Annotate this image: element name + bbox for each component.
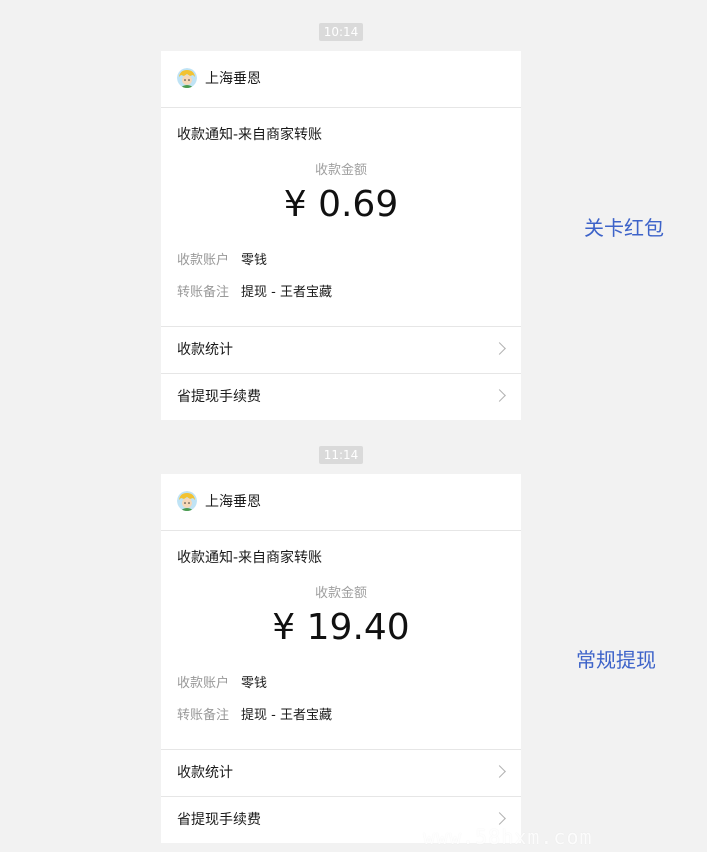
account-row: 收款账户 零钱 xyxy=(177,252,267,270)
link-save-fee-label: 省提现手续费 xyxy=(177,389,261,405)
message-timestamp: 11:14 xyxy=(319,446,363,464)
account-label: 收款账户 xyxy=(177,676,230,691)
account-row: 收款账户 零钱 xyxy=(177,675,267,693)
link-receipt-stats[interactable]: 收款统计 xyxy=(161,326,521,373)
chevron-right-icon xyxy=(493,342,506,355)
payment-notice-card[interactable]: 上海垂恩 收款通知-来自商家转账 收款金额 ¥ 19.40 收款账户 零钱 转账备… xyxy=(161,474,521,843)
merchant-name: 上海垂恩 xyxy=(205,494,261,510)
account-value: 零钱 xyxy=(241,253,268,268)
payment-notice-card[interactable]: 上海垂恩 收款通知-来自商家转账 收款金额 ¥ 0.69 收款账户 零钱 转账备注… xyxy=(161,51,521,420)
remark-row: 转账备注 提现 - 王者宝藏 xyxy=(177,284,332,302)
site-watermark: www.58hxm.com xyxy=(423,825,593,849)
merchant-name: 上海垂恩 xyxy=(205,71,261,87)
chevron-right-icon xyxy=(493,389,506,402)
amount-value: ¥ 19.40 xyxy=(272,607,410,648)
merchant-avatar-icon xyxy=(177,491,197,511)
remark-value: 提现 - 王者宝藏 xyxy=(241,708,332,723)
link-save-fee[interactable]: 省提现手续费 xyxy=(161,373,521,420)
merchant-avatar-icon xyxy=(177,68,197,88)
message-timestamp: 10:14 xyxy=(319,23,363,41)
card-header[interactable]: 上海垂恩 xyxy=(161,474,521,531)
link-receipt-stats-label: 收款统计 xyxy=(177,765,233,781)
amount-label: 收款金额 xyxy=(314,163,367,178)
remark-value: 提现 - 王者宝藏 xyxy=(241,285,332,300)
account-label: 收款账户 xyxy=(177,253,230,268)
link-receipt-stats-label: 收款统计 xyxy=(177,342,233,358)
notice-title: 收款通知-来自商家转账 xyxy=(177,550,323,566)
remark-label: 转账备注 xyxy=(177,285,230,300)
amount-value: ¥ 0.69 xyxy=(283,184,399,225)
notice-title: 收款通知-来自商家转账 xyxy=(177,127,323,143)
link-receipt-stats[interactable]: 收款统计 xyxy=(161,749,521,796)
chevron-right-icon xyxy=(493,765,506,778)
side-annotation: 常规提现 xyxy=(576,648,656,672)
chevron-right-icon xyxy=(493,812,506,825)
remark-label: 转账备注 xyxy=(177,708,230,723)
link-save-fee-label: 省提现手续费 xyxy=(177,812,261,828)
remark-row: 转账备注 提现 - 王者宝藏 xyxy=(177,707,332,725)
amount-label: 收款金额 xyxy=(314,586,367,601)
side-annotation: 关卡红包 xyxy=(584,216,664,240)
account-value: 零钱 xyxy=(241,676,268,691)
card-header[interactable]: 上海垂恩 xyxy=(161,51,521,108)
